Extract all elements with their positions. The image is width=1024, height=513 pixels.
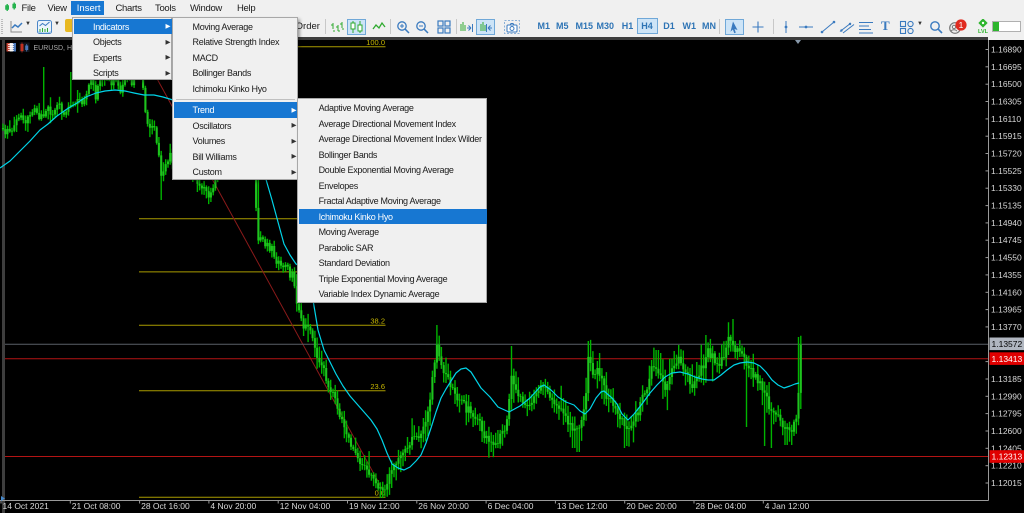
svg-text:12 Nov 04:00: 12 Nov 04:00 bbox=[280, 501, 331, 511]
svg-text:1.14355: 1.14355 bbox=[991, 270, 1022, 280]
svg-text:1.16110: 1.16110 bbox=[991, 114, 1021, 124]
svg-text:1.16695: 1.16695 bbox=[991, 62, 1022, 72]
svg-text:1.15720: 1.15720 bbox=[991, 149, 1022, 159]
svg-text:1.13185: 1.13185 bbox=[991, 374, 1022, 384]
svg-text:1.14160: 1.14160 bbox=[991, 287, 1022, 297]
svg-text:1.14745: 1.14745 bbox=[991, 235, 1022, 245]
svg-text:1.13572: 1.13572 bbox=[992, 339, 1023, 349]
svg-text:1.14940: 1.14940 bbox=[991, 218, 1022, 228]
svg-text:1.15135: 1.15135 bbox=[991, 201, 1022, 211]
svg-text:28 Dec 04:00: 28 Dec 04:00 bbox=[696, 501, 747, 511]
svg-text:1.13965: 1.13965 bbox=[991, 305, 1022, 315]
svg-text:6 Dec 04:00: 6 Dec 04:00 bbox=[488, 501, 534, 511]
svg-text:1.13770: 1.13770 bbox=[991, 322, 1022, 332]
svg-text:1.16305: 1.16305 bbox=[991, 97, 1022, 107]
svg-text:14 Oct 2021: 14 Oct 2021 bbox=[3, 501, 50, 511]
svg-text:1.15915: 1.15915 bbox=[991, 131, 1022, 141]
svg-text:38.2: 38.2 bbox=[370, 317, 385, 326]
svg-text:26 Nov 20:00: 26 Nov 20:00 bbox=[418, 501, 469, 511]
svg-text:4 Jan 12:00: 4 Jan 12:00 bbox=[765, 501, 810, 511]
svg-text:1.13413: 1.13413 bbox=[992, 354, 1023, 364]
svg-text:4 Nov 20:00: 4 Nov 20:00 bbox=[210, 501, 256, 511]
svg-text:1.14550: 1.14550 bbox=[991, 253, 1022, 263]
svg-text:1.12990: 1.12990 bbox=[991, 391, 1022, 401]
svg-text:19 Nov 12:00: 19 Nov 12:00 bbox=[349, 501, 400, 511]
svg-text:LVL: LVL bbox=[978, 29, 989, 34]
svg-text:1.12015: 1.12015 bbox=[991, 478, 1022, 488]
svg-text:21 Oct 08:00: 21 Oct 08:00 bbox=[72, 501, 121, 511]
svg-text:20 Dec 20:00: 20 Dec 20:00 bbox=[626, 501, 677, 511]
svg-text:1.12600: 1.12600 bbox=[991, 426, 1022, 436]
svg-text:1.15330: 1.15330 bbox=[991, 183, 1022, 193]
svg-text:1.16500: 1.16500 bbox=[991, 79, 1022, 89]
svg-text:100.0: 100.0 bbox=[366, 38, 385, 47]
svg-text:1.15525: 1.15525 bbox=[991, 166, 1022, 176]
svg-text:1: 1 bbox=[959, 20, 964, 30]
svg-text:23.6: 23.6 bbox=[370, 382, 385, 391]
svg-text:28 Oct 16:00: 28 Oct 16:00 bbox=[141, 501, 190, 511]
svg-text:1.12313: 1.12313 bbox=[992, 452, 1023, 462]
svg-text:EURUSD, H4: EURUSD, H4 bbox=[34, 45, 77, 52]
svg-text:1.16890: 1.16890 bbox=[991, 45, 1022, 55]
svg-text:1.12795: 1.12795 bbox=[991, 409, 1022, 419]
svg-text:13 Dec 12:00: 13 Dec 12:00 bbox=[557, 501, 608, 511]
